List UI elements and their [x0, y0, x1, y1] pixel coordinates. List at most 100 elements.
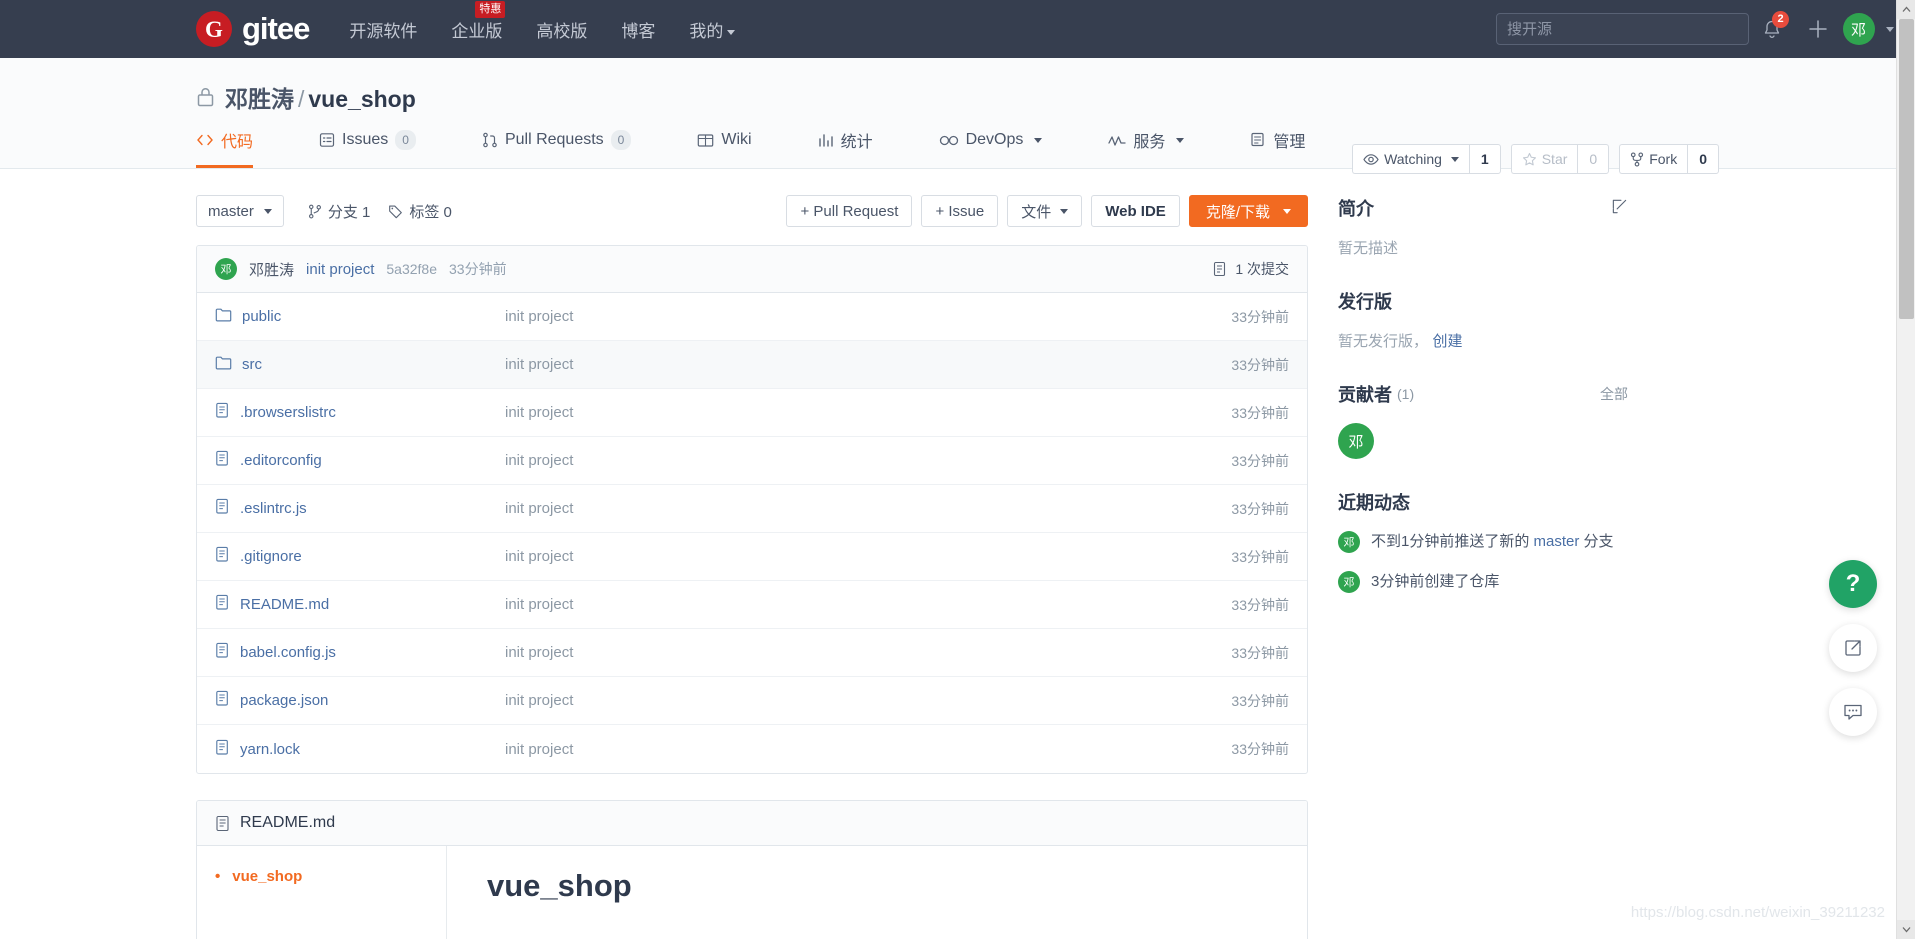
file-commit-time: 33分钟前 [1231, 644, 1289, 661]
tab-issues[interactable]: Issues 0 [319, 114, 416, 168]
scroll-up-button[interactable] [1897, 0, 1915, 19]
file-commit-message[interactable]: init project [505, 404, 1231, 421]
help-button[interactable]: ? [1829, 560, 1877, 608]
avatar: 邓 [215, 258, 237, 280]
file-name-link[interactable]: .editorconfig [215, 450, 505, 471]
file-commit-message[interactable]: init project [505, 596, 1231, 613]
files-menu-button[interactable]: 文件 [1007, 195, 1083, 227]
file-name-link[interactable]: yarn.lock [215, 739, 505, 760]
tab-wiki[interactable]: Wiki [697, 114, 752, 168]
file-commit-message[interactable]: init project [505, 356, 1231, 373]
file-name-link[interactable]: src [215, 355, 505, 374]
star-label: Star [1541, 151, 1568, 167]
share-button[interactable] [1829, 624, 1877, 672]
clone-download-button[interactable]: 克隆/下载 [1188, 195, 1308, 227]
file-commit-message[interactable]: init project [505, 644, 1231, 661]
fork-count[interactable]: 0 [1687, 144, 1719, 174]
branches-link[interactable]: 分支 1 [308, 201, 370, 222]
gitee-logo-text: gitee [242, 11, 310, 46]
repo-owner-link[interactable]: 邓胜涛 [225, 86, 294, 112]
notifications-button[interactable]: 2 [1749, 0, 1795, 58]
activity-highlight[interactable]: master [1534, 533, 1580, 550]
file-commit-message[interactable]: init project [505, 548, 1231, 565]
intro-section: 简介 暂无描述 [1338, 195, 1628, 258]
file-row[interactable]: yarn.lock init project 33分钟前 [197, 725, 1307, 773]
nav-item-enterprise[interactable]: 企业版 特惠 [451, 0, 506, 42]
file-commit-message[interactable]: init project [505, 741, 1231, 758]
scroll-down-button[interactable] [1897, 920, 1915, 939]
repo-name-link[interactable]: vue_shop [308, 86, 415, 112]
file-name-link[interactable]: .gitignore [215, 546, 505, 567]
file-name-link[interactable]: package.json [215, 690, 505, 711]
star-button[interactable]: Star [1510, 144, 1578, 174]
star-count[interactable]: 0 [1577, 144, 1610, 174]
page-scrollbar[interactable] [1896, 0, 1915, 939]
file-commit-time: 33分钟前 [1231, 741, 1289, 757]
new-issue-button[interactable]: + Issue [921, 195, 999, 227]
edit-intro-button[interactable] [1611, 198, 1628, 218]
nav-item-blog[interactable]: 博客 [621, 17, 655, 42]
tab-code[interactable]: 代码 [196, 114, 254, 168]
commit-message[interactable]: init project [306, 261, 374, 278]
file-name-link[interactable]: .eslintrc.js [215, 498, 505, 519]
devops-icon [939, 135, 958, 145]
file-row[interactable]: .eslintrc.js init project 33分钟前 [197, 485, 1307, 533]
file-commit-message[interactable]: init project [505, 308, 1231, 325]
file-row[interactable]: .editorconfig init project 33分钟前 [197, 437, 1307, 485]
avatar[interactable]: 邓 [1338, 571, 1360, 593]
feedback-button[interactable] [1829, 688, 1877, 736]
repo-toolbar: master 分支 1 标签 0 + Pull Request + Issue … [196, 195, 1308, 227]
user-menu-button[interactable]: 邓 [1841, 0, 1895, 58]
file-commit-message[interactable]: init project [505, 500, 1231, 517]
watch-count[interactable]: 1 [1468, 144, 1501, 174]
tab-stats[interactable]: 统计 [818, 114, 873, 168]
file-row[interactable]: .browserslistrc init project 33分钟前 [197, 389, 1307, 437]
nav-label: 高校版 [536, 21, 588, 41]
commit-author[interactable]: 邓胜涛 [249, 259, 294, 280]
new-pull-request-button[interactable]: + Pull Request [786, 195, 913, 227]
file-row[interactable]: public init project 33分钟前 [197, 293, 1307, 341]
avatar[interactable]: 邓 [1338, 423, 1374, 459]
tab-manage[interactable]: 管理 [1250, 114, 1305, 168]
branch-selector[interactable]: master [196, 195, 284, 227]
file-commit-time: 33分钟前 [1231, 548, 1289, 565]
tab-devops[interactable]: DevOps [939, 114, 1043, 168]
file-icon [216, 498, 228, 514]
commit-count-link[interactable]: 1 次提交 [1213, 259, 1289, 279]
file-name-link[interactable]: babel.config.js [215, 642, 505, 663]
file-row[interactable]: src init project 33分钟前 [197, 341, 1307, 389]
commit-sha[interactable]: 5a32f8e [386, 261, 437, 277]
file-name-link[interactable]: public [215, 307, 505, 326]
file-row[interactable]: README.md init project 33分钟前 [197, 581, 1307, 629]
toc-item[interactable]: • vue_shop [215, 868, 428, 885]
contributors-all-link[interactable]: 全部 [1600, 384, 1628, 404]
contributors-title: 贡献者 [1338, 385, 1392, 405]
tags-link[interactable]: 标签 0 [388, 201, 452, 222]
search-input[interactable] [1496, 13, 1749, 45]
tab-services[interactable]: 服务 [1108, 114, 1185, 168]
file-name-link[interactable]: .browserslistrc [215, 402, 505, 423]
file-row[interactable]: .gitignore init project 33分钟前 [197, 533, 1307, 581]
create-new-button[interactable] [1795, 0, 1841, 58]
fork-button-group: Fork 0 [1619, 144, 1719, 174]
file-commit-message[interactable]: init project [505, 452, 1231, 469]
file-name-link[interactable]: README.md [215, 594, 505, 615]
watch-button[interactable]: Watching [1352, 144, 1469, 174]
avatar[interactable]: 邓 [1338, 531, 1360, 553]
scroll-thumb[interactable] [1899, 19, 1914, 319]
file-name-label: package.json [240, 692, 329, 709]
web-ide-button[interactable]: Web IDE [1091, 195, 1180, 227]
file-commit-message[interactable]: init project [505, 692, 1231, 709]
contributors-section: 贡献者 (1) 全部 邓 [1338, 381, 1628, 459]
nav-item-university[interactable]: 高校版 [536, 17, 587, 42]
activity-item: 邓不到1分钟前推送了新的 master 分支 [1338, 531, 1628, 553]
tab-pull-requests[interactable]: Pull Requests 0 [482, 114, 632, 168]
file-row[interactable]: package.json init project 33分钟前 [197, 677, 1307, 725]
fork-button[interactable]: Fork [1619, 144, 1688, 174]
create-release-link[interactable]: 创建 [1432, 333, 1462, 350]
nav-item-mine[interactable]: 我的 [689, 17, 736, 42]
nav-item-opensource[interactable]: 开源软件 [349, 17, 417, 42]
gitee-logo[interactable]: G gitee [196, 11, 310, 47]
help-icon: ? [1845, 570, 1861, 597]
file-row[interactable]: babel.config.js init project 33分钟前 [197, 629, 1307, 677]
